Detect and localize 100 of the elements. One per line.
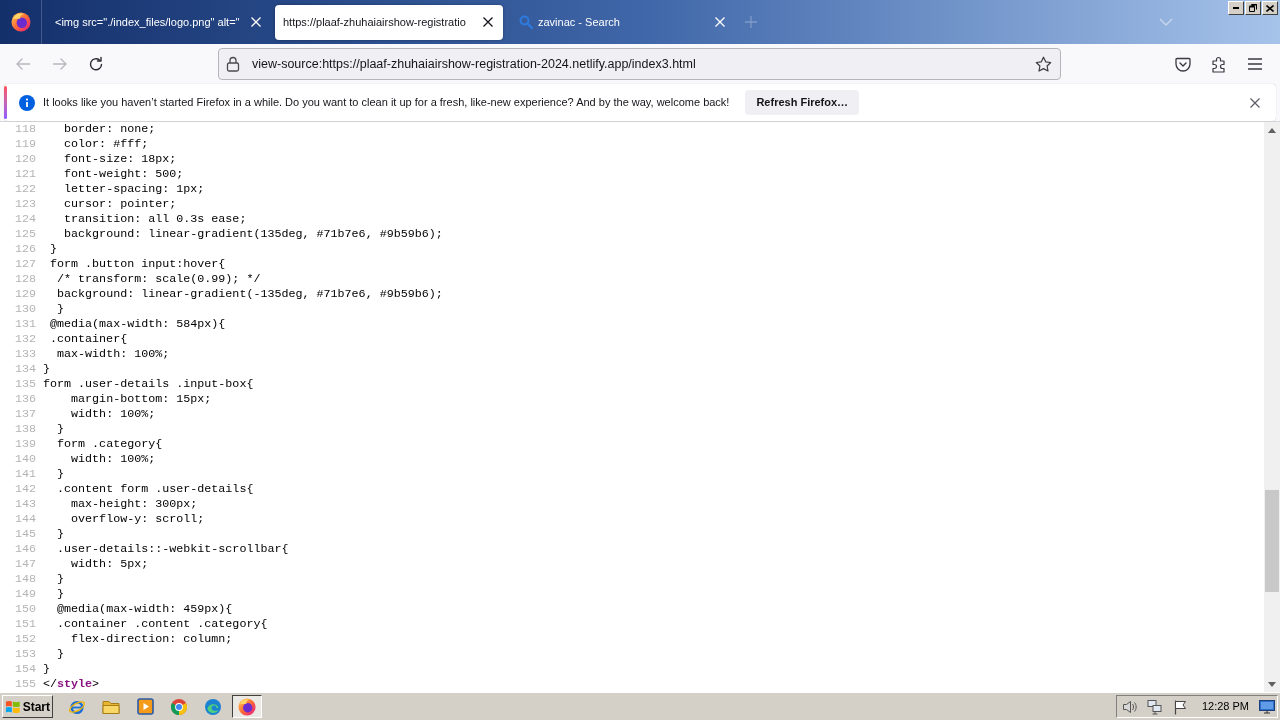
tab[interactable]: zavinac - Search	[507, 4, 735, 40]
code-line: background: linear-gradient(135deg, #71b7e6, #9b59b6);	[64, 227, 443, 242]
line-number: 148	[13, 572, 36, 587]
edge-icon[interactable]	[204, 697, 222, 716]
line-number: 140	[13, 452, 36, 467]
play-icon[interactable]	[136, 698, 154, 715]
line-number: 122	[13, 182, 36, 197]
scroll-up-icon[interactable]	[1268, 127, 1276, 133]
code-line: .content form .user-details{	[57, 482, 254, 497]
line-number: 150	[13, 602, 36, 617]
code-line: }	[57, 527, 65, 542]
line-number: 155	[13, 677, 36, 692]
line-number: 136	[13, 392, 36, 407]
code-line: font-weight: 500;	[64, 167, 184, 182]
network-icon[interactable]	[1146, 698, 1163, 715]
line-number: 139	[13, 437, 36, 452]
line-number: 141	[13, 467, 36, 482]
line-number: 151	[13, 617, 36, 632]
code-line: border: none;	[64, 122, 156, 137]
line-number: 152	[13, 632, 36, 647]
start-button[interactable]: Start	[2, 695, 53, 718]
lock-icon[interactable]	[226, 56, 240, 72]
line-number: 138	[13, 422, 36, 437]
star-icon[interactable]	[1035, 55, 1052, 73]
code-line: .user-details::-webkit-scrollbar{	[57, 542, 289, 557]
scroll-down-icon[interactable]	[1268, 681, 1276, 687]
line-number: 125	[13, 227, 36, 242]
code-line: form .category{	[57, 437, 163, 452]
code-line: font-size: 18px;	[64, 152, 177, 167]
code-line: form .button input:hover{	[50, 257, 226, 272]
info-icon	[19, 94, 35, 111]
close-icon	[1266, 4, 1274, 12]
restore-button[interactable]	[1245, 1, 1261, 15]
minimize-icon	[1233, 7, 1239, 9]
code-line: }	[57, 422, 65, 437]
code-line: }	[57, 302, 65, 317]
line-number: 120	[13, 152, 36, 167]
code-line: max-height: 300px;	[71, 497, 198, 512]
line-number: 153	[13, 647, 36, 662]
code-line: }	[57, 572, 65, 587]
scrollbar-thumb[interactable]	[1265, 490, 1279, 592]
windows-logo-icon	[5, 699, 21, 714]
reload-icon[interactable]	[88, 56, 104, 72]
firefox-icon[interactable]	[238, 697, 256, 716]
line-number: 127	[13, 257, 36, 272]
code-line: .container .content .category{	[57, 617, 268, 632]
line-number: 154	[13, 662, 36, 677]
line-number: 137	[13, 407, 36, 422]
show-desktop-icon[interactable]	[1259, 699, 1275, 714]
line-number: 129	[13, 287, 36, 302]
close-window-button[interactable]	[1262, 1, 1278, 15]
code-line: overflow-y: scroll;	[71, 512, 205, 527]
line-number: 121	[13, 167, 36, 182]
code-line: @media(max-width: 459px){	[57, 602, 233, 617]
close-icon[interactable]	[483, 17, 493, 27]
code-line: }	[57, 587, 65, 602]
line-number: 118	[13, 122, 36, 137]
code-line: width: 100%;	[71, 452, 156, 467]
taskbar-button[interactable]	[232, 695, 262, 718]
line-number: 143	[13, 497, 36, 512]
code-line: }	[57, 647, 65, 662]
pocket-icon[interactable]	[1175, 56, 1191, 72]
code-line: transition: all 0.3s ease;	[64, 212, 247, 227]
tab[interactable]: <img src="./index_files/logo.png" alt="	[43, 4, 271, 40]
line-number: 147	[13, 557, 36, 572]
folder-icon[interactable]	[102, 698, 120, 715]
code-line: }	[43, 362, 50, 377]
code-line: form .user-details .input-box{	[43, 377, 254, 392]
clock[interactable]: 12:28 PM	[1201, 698, 1249, 715]
refresh-firefox-button[interactable]: Refresh Firefox…	[745, 90, 860, 115]
code-line: }	[57, 467, 65, 482]
address-field[interactable]: view-source:https://plaaf-zhuhaiairshow-registration-2024.netlify.app/index3.html	[218, 48, 1061, 80]
code-line: max-width: 100%;	[57, 347, 170, 362]
code-line: width: 5px;	[71, 557, 149, 572]
code-line: }	[43, 662, 50, 677]
code-line: cursor: pointer;	[64, 197, 177, 212]
tab[interactable]: https://plaaf-zhuhaiairshow-registratio	[275, 4, 503, 40]
search-icon	[519, 15, 533, 29]
line-number: 145	[13, 527, 36, 542]
close-icon[interactable]	[1250, 97, 1260, 108]
line-number: 149	[13, 587, 36, 602]
code-line: color: #fff;	[64, 137, 149, 152]
notification-message: It looks like you haven’t started Firefox in a while. Do you want to clean it up for a fresh, like-new experience? And by the way, welcome back!	[43, 95, 730, 111]
puzzle-piece-icon[interactable]	[1211, 55, 1227, 73]
line-number: 146	[13, 542, 36, 557]
line-number: 128	[13, 272, 36, 287]
code-line: }	[50, 242, 58, 257]
speaker-icon[interactable]	[1121, 698, 1138, 715]
code-line: </style>	[43, 677, 100, 692]
menu-icon[interactable]	[1248, 58, 1262, 70]
line-number: 134	[13, 362, 36, 377]
code-line: background: linear-gradient(-135deg, #71b7e6, #9b59b6);	[57, 287, 443, 302]
line-number: 135	[13, 377, 36, 392]
code-line: flex-direction: column;	[71, 632, 233, 647]
line-number: 123	[13, 197, 36, 212]
line-number: 132	[13, 332, 36, 347]
restore-icon	[1249, 4, 1257, 12]
minimize-button[interactable]	[1228, 1, 1244, 15]
firefox-icon[interactable]	[10, 12, 31, 32]
chrome-icon[interactable]	[170, 697, 188, 716]
